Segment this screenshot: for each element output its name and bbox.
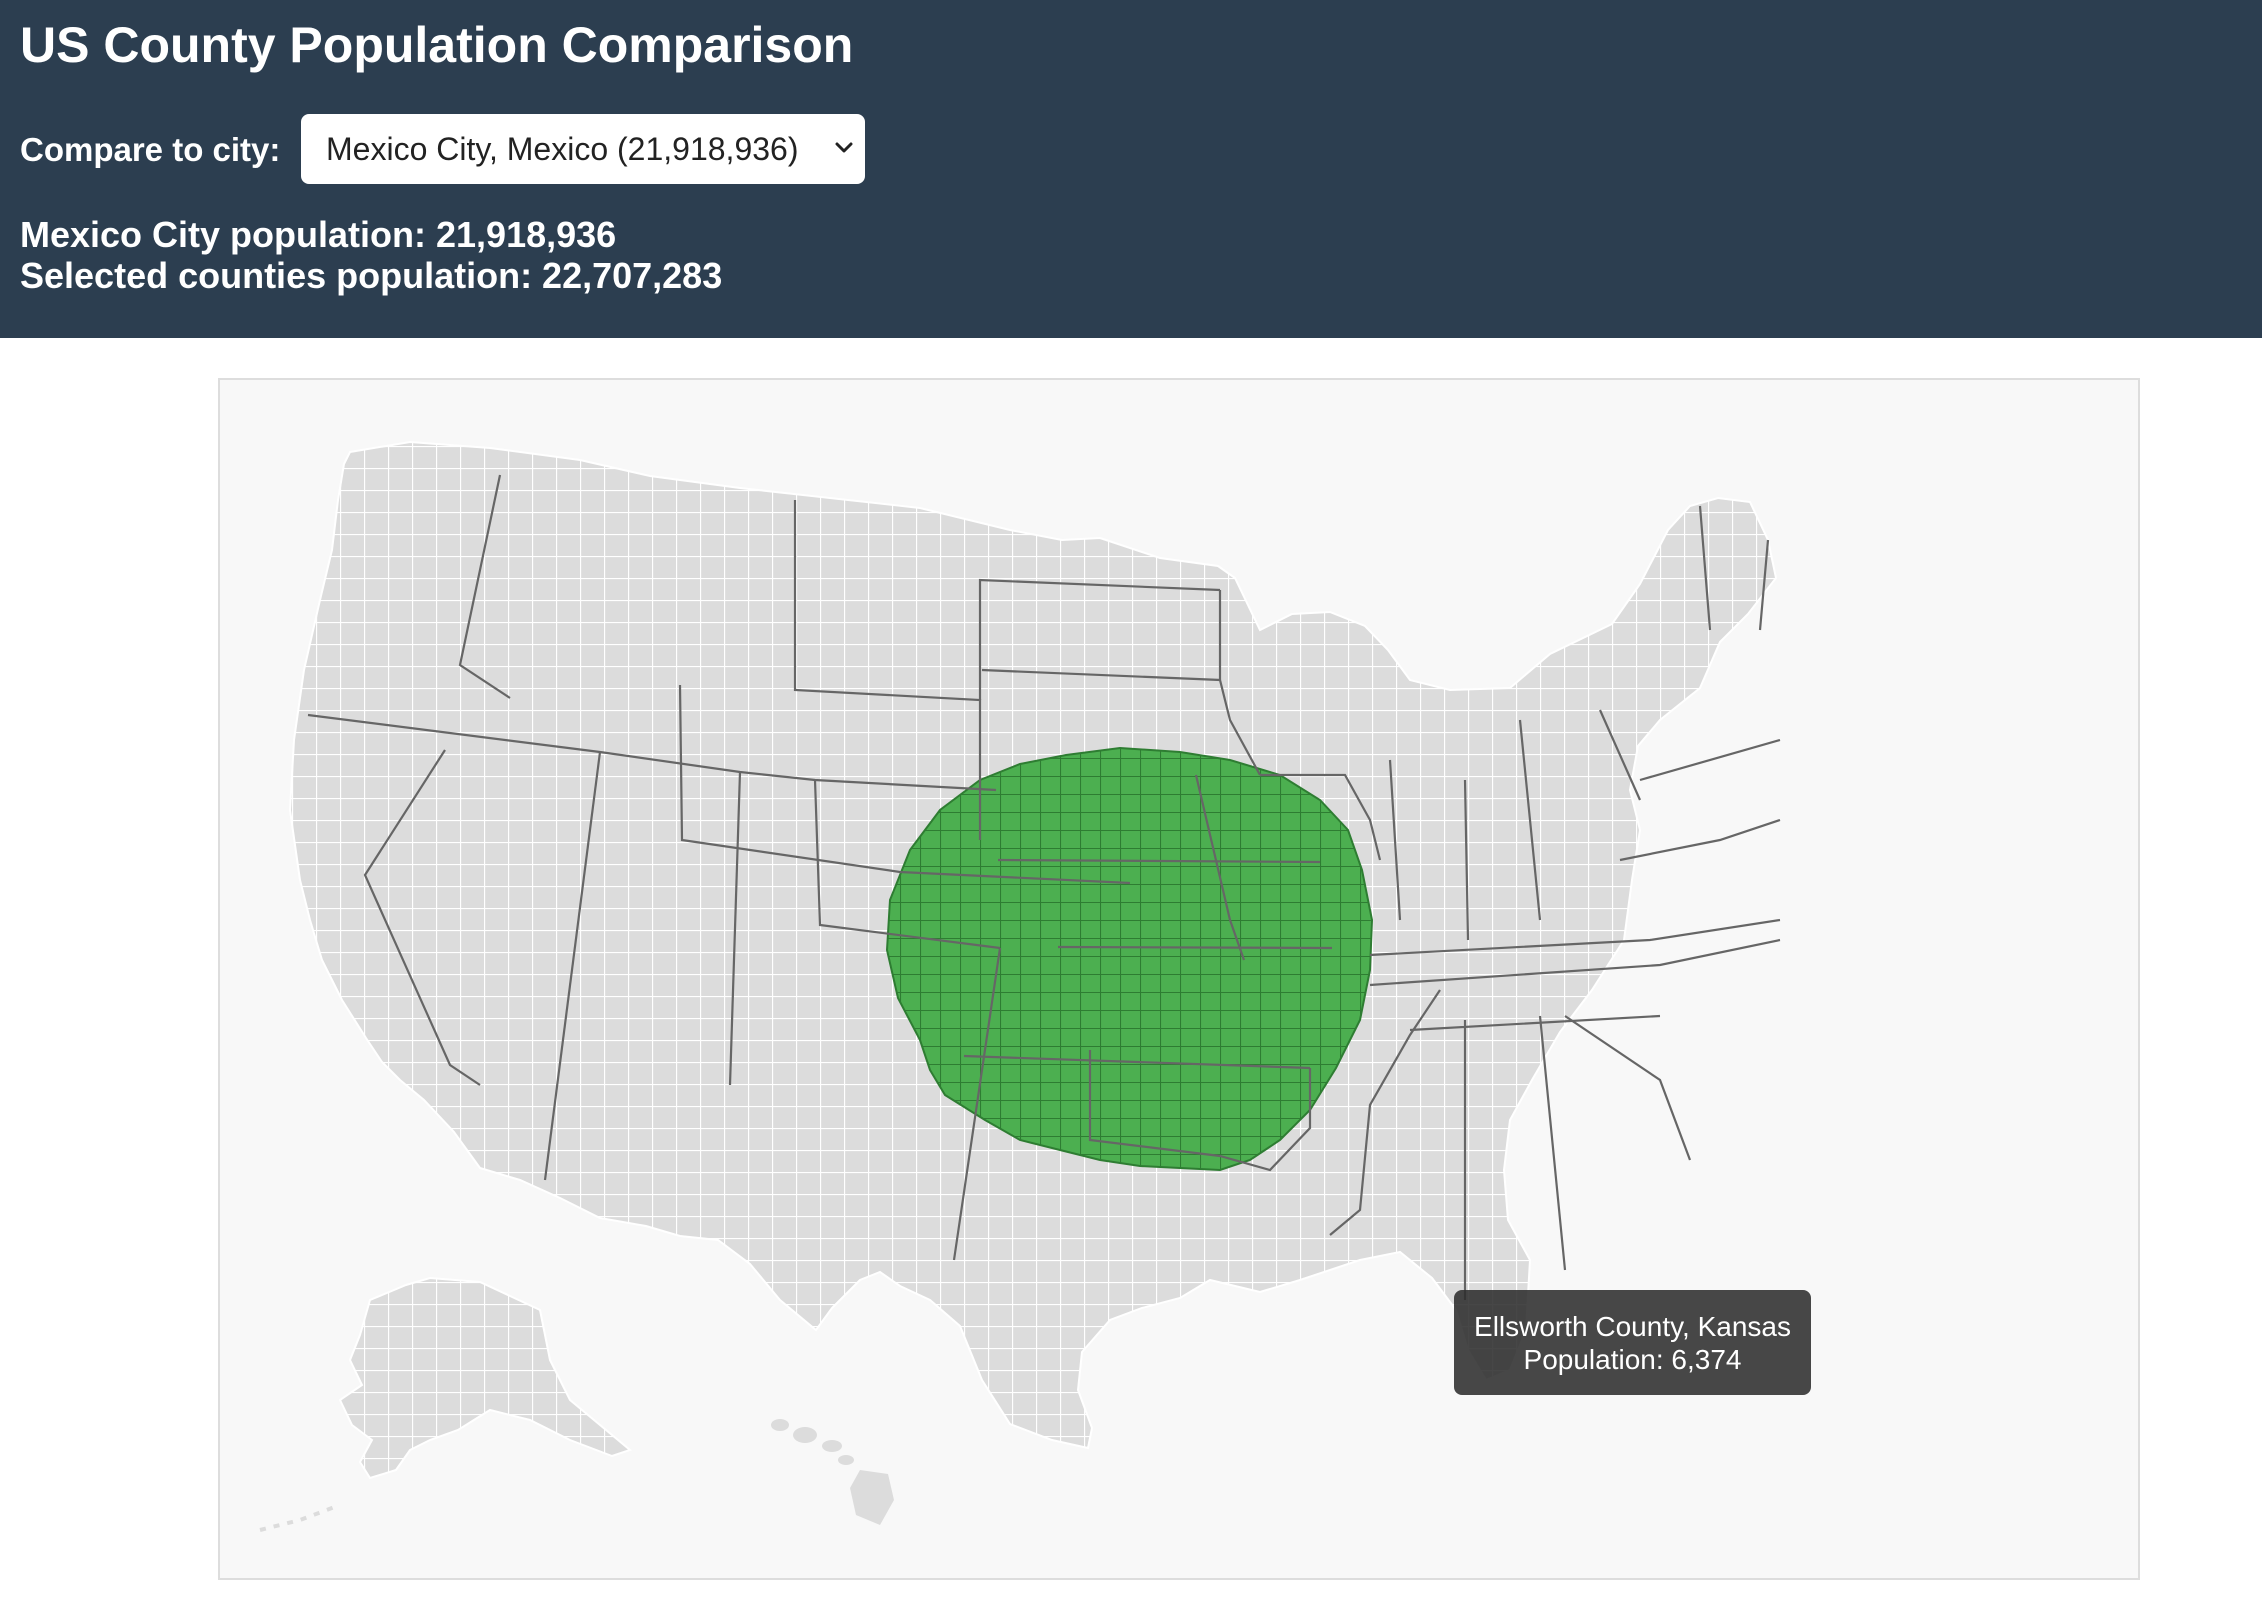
tooltip-population: Population: 6,374: [1523, 1344, 1742, 1375]
lake-michigan: [1488, 510, 1538, 680]
chevron-down-icon: [835, 142, 853, 153]
header-bar: US County Population Comparison Compare …: [0, 0, 2262, 338]
city-select-value: Mexico City, Mexico (21,918,936): [326, 131, 799, 167]
tooltip-county-name: Ellsworth County, Kansas: [1474, 1311, 1791, 1342]
map-container: [218, 378, 2140, 1580]
compare-label: Compare to city:: [20, 131, 281, 168]
city-population: Mexico City population: 21,918,936: [20, 214, 617, 255]
us-county-map[interactable]: [220, 380, 2138, 1578]
alaska-inset: [338, 1276, 633, 1480]
aleutian-islands: [259, 1503, 341, 1532]
county-tooltip: Ellsworth County, Kansas Population: 6,3…: [1454, 1290, 1811, 1395]
city-select[interactable]: Mexico City, Mexico (21,918,936): [301, 114, 865, 184]
hawaii-inset: [771, 1419, 894, 1525]
page-title: US County Population Comparison: [20, 17, 854, 73]
selected-counties-population: Selected counties population: 22,707,283: [20, 255, 723, 296]
